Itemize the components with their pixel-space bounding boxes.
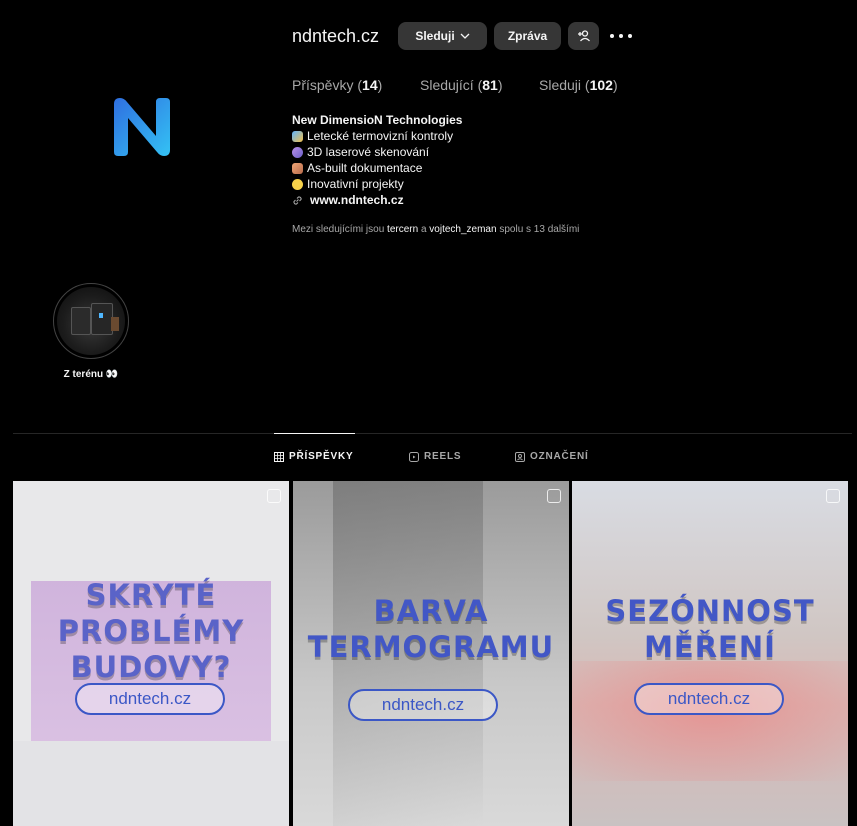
- tab-posts[interactable]: PŘÍSPĚVKY: [274, 451, 353, 462]
- bio-link-row[interactable]: www.ndntech.cz: [292, 192, 462, 208]
- post-tile[interactable]: SEZÓNNOST MĚŘENÍ ndntech.cz: [572, 481, 848, 826]
- active-tab-indicator: [274, 433, 355, 434]
- measurement-device-image: [572, 661, 848, 781]
- suggest-people-button[interactable]: [568, 22, 599, 50]
- post-headline: SEZÓNNOST MĚŘENÍ: [605, 594, 815, 664]
- post-headline: BARVA TERMOGRAMU: [307, 594, 555, 664]
- reels-icon: [409, 451, 419, 462]
- globe-emoji-icon: [292, 146, 303, 158]
- tab-tagged-label: OZNAČENÍ: [530, 451, 589, 462]
- post-website-pill: ndntech.cz: [348, 689, 498, 721]
- bio-line: As-built dokumentace: [292, 160, 462, 176]
- tabs-divider: [13, 433, 852, 434]
- carousel-indicator-icon: [547, 489, 561, 503]
- message-button[interactable]: Zpráva: [494, 22, 561, 50]
- profile-logo-n[interactable]: [100, 92, 180, 162]
- following-link[interactable]: Sleduji (102): [539, 77, 618, 93]
- tab-reels-label: REELS: [424, 451, 462, 462]
- story-highlight[interactable]: [53, 283, 129, 359]
- add-person-icon: [577, 30, 590, 42]
- grid-icon: [274, 451, 284, 462]
- drone-emoji-icon: [292, 130, 303, 142]
- profile-username: ndntech.cz: [292, 26, 380, 46]
- bio-line: Inovativní projekty: [292, 176, 462, 192]
- highlight-title: Z terénu 👀: [63, 369, 119, 380]
- mutual-user[interactable]: tercern: [387, 224, 418, 235]
- post-website-pill: ndntech.cz: [75, 683, 225, 715]
- post-tile[interactable]: SKRYTÉ PROBLÉMY BUDOVY? ndntech.cz: [13, 481, 289, 826]
- following-number: 102: [589, 77, 613, 93]
- reel-indicator-icon: [267, 489, 281, 503]
- posts-count: Příspěvky (14): [292, 77, 383, 93]
- bio-name: New DimensioN Technologies: [292, 113, 463, 127]
- chevron-down-icon: [460, 33, 470, 39]
- posts-label: Příspěvky: [292, 77, 354, 93]
- post-website-pill: ndntech.cz: [634, 683, 784, 715]
- mutual-followers[interactable]: Mezi sledujícími jsou tercern a vojtech_…: [292, 224, 579, 235]
- following-label: Sleduji: [539, 77, 582, 93]
- highlight-cover-image: [57, 287, 125, 355]
- followers-link[interactable]: Sledující (81): [420, 77, 503, 93]
- mutual-user[interactable]: vojtech_zeman: [429, 224, 496, 235]
- posts-number: 14: [362, 77, 378, 93]
- tagged-icon: [515, 451, 525, 462]
- tab-tagged[interactable]: OZNAČENÍ: [515, 451, 589, 462]
- building-emoji-icon: [292, 162, 303, 174]
- followers-label: Sledující: [420, 77, 474, 93]
- message-button-label: Zpráva: [507, 29, 548, 43]
- more-options-icon[interactable]: [610, 29, 632, 43]
- followers-number: 81: [482, 77, 498, 93]
- lightbulb-emoji-icon: [292, 178, 303, 190]
- bio-line: Letecké termovizní kontroly: [292, 128, 462, 144]
- following-button-label: Sleduji: [415, 29, 455, 43]
- tab-reels[interactable]: REELS: [409, 451, 461, 462]
- post-tile[interactable]: BARVA TERMOGRAMU ndntech.cz: [293, 481, 569, 826]
- post-headline: SKRYTÉ PROBLÉMY BUDOVY?: [57, 578, 245, 684]
- profile-bio: New DimensioN Technologies Letecké termo…: [292, 112, 462, 208]
- bio-website-link[interactable]: www.ndntech.cz: [310, 192, 404, 208]
- following-button[interactable]: Sleduji: [398, 22, 487, 50]
- tab-posts-label: PŘÍSPĚVKY: [289, 451, 354, 462]
- bio-line: 3D laserové skenování: [292, 144, 462, 160]
- reel-indicator-icon: [826, 489, 840, 503]
- link-icon: [293, 195, 302, 205]
